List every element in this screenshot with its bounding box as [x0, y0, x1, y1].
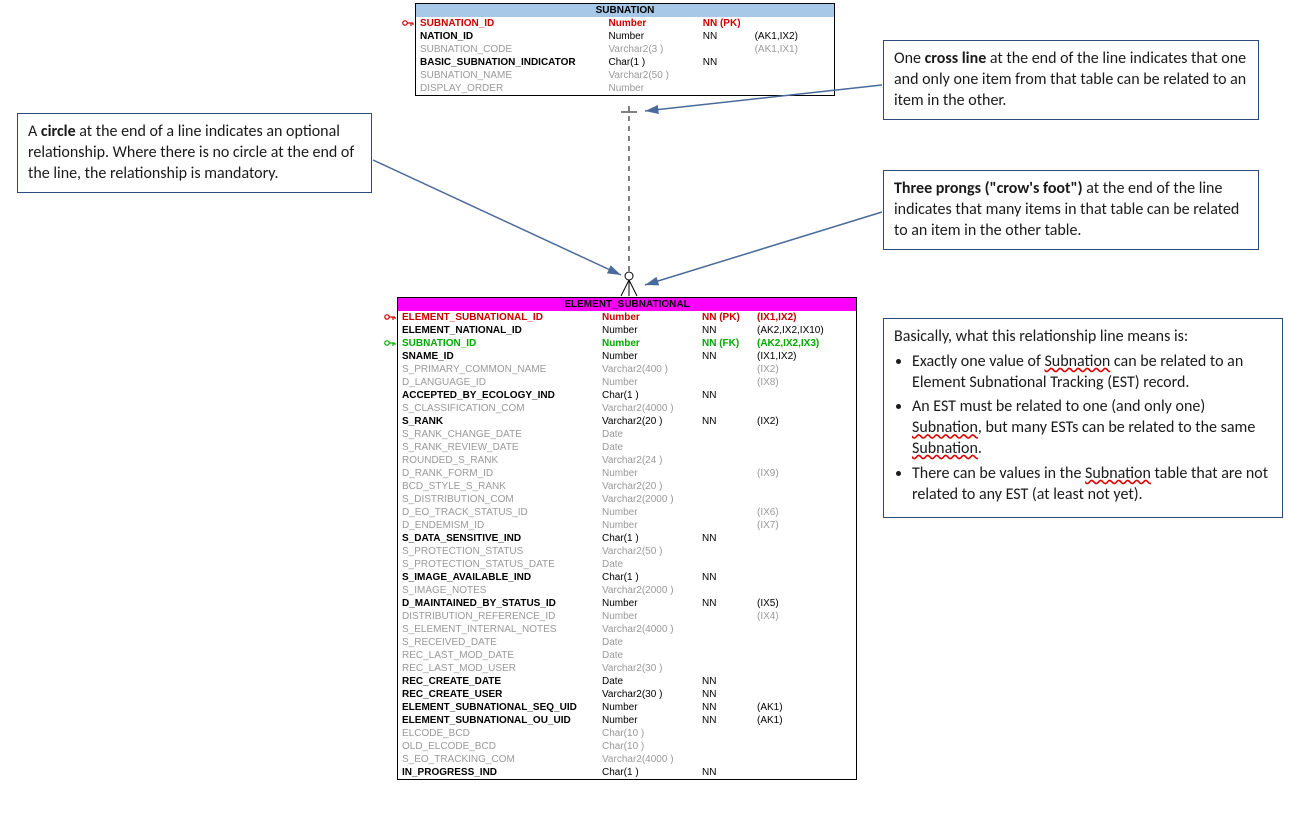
- callout-cross-line: One cross line at the end of the line in…: [883, 40, 1259, 120]
- table-row: S_CLASSIFICATION_COMVarchar2(4000 ): [398, 402, 856, 415]
- key-icon: [402, 18, 414, 28]
- table-row: NATION_IDNumberNN(AK1,IX2): [416, 30, 834, 43]
- table-row: ELEMENT_SUBNATIONAL_SEQ_UIDNumberNN(AK1): [398, 701, 856, 714]
- table-row: OLD_ELCODE_BCDChar(10 ): [398, 740, 856, 753]
- table-row: SUBNATION_CODEVarchar2(3 )(AK1,IX1): [416, 43, 834, 56]
- table-row: ELEMENT_SUBNATIONAL_OU_UIDNumberNN(AK1): [398, 714, 856, 727]
- table-row: S_PROTECTION_STATUS_DATEDate: [398, 558, 856, 571]
- table-row: SUBNATION_IDNumberNN (PK): [416, 17, 834, 30]
- table-row: BASIC_SUBNATION_INDICATORChar(1 )NN: [416, 56, 834, 69]
- callout-summary: Basically, what this relationship line m…: [883, 318, 1283, 518]
- table-row: REC_CREATE_DATEDateNN: [398, 675, 856, 688]
- table-row: ELCODE_BCDChar(10 ): [398, 727, 856, 740]
- table-row: S_ELEMENT_INTERNAL_NOTESVarchar2(4000 ): [398, 623, 856, 636]
- table-row: REC_CREATE_USERVarchar2(30 )NN: [398, 688, 856, 701]
- table-row: DISPLAY_ORDERNumber: [416, 82, 834, 95]
- table-row: D_ENDEMISM_IDNumber(IX7): [398, 519, 856, 532]
- table-row: S_IMAGE_AVAILABLE_INDChar(1 )NN: [398, 571, 856, 584]
- table-row: S_RANKVarchar2(20 )NN(IX2): [398, 415, 856, 428]
- callout-crows-foot: Three prongs ("crow's foot") at the end …: [883, 170, 1259, 250]
- entity-element-subnational-header: ELEMENT_SUBNATIONAL: [398, 298, 856, 311]
- table-row: S_IMAGE_NOTESVarchar2(2000 ): [398, 584, 856, 597]
- table-row: REC_LAST_MOD_DATEDate: [398, 649, 856, 662]
- table-row: SNAME_IDNumberNN(IX1,IX2): [398, 350, 856, 363]
- table-row: S_DATA_SENSITIVE_INDChar(1 )NN: [398, 532, 856, 545]
- table-row: D_RANK_FORM_IDNumber(IX9): [398, 467, 856, 480]
- key-icon: [384, 312, 396, 322]
- entity-element-subnational: ELEMENT_SUBNATIONAL ELEMENT_SUBNATIONAL_…: [397, 297, 857, 780]
- table-row: DISTRIBUTION_REFERENCE_IDNumber(IX4): [398, 610, 856, 623]
- table-row: S_EO_TRACKING_COMVarchar2(4000 ): [398, 753, 856, 766]
- entity-subnation: SUBNATION SUBNATION_IDNumberNN (PK)NATIO…: [415, 3, 835, 96]
- table-row: ACCEPTED_BY_ECOLOGY_INDChar(1 )NN: [398, 389, 856, 402]
- table-row: BCD_STYLE_S_RANKVarchar2(20 ): [398, 480, 856, 493]
- table-row: D_MAINTAINED_BY_STATUS_IDNumberNN(IX5): [398, 597, 856, 610]
- relationship-connector: [615, 98, 643, 298]
- table-row: ELEMENT_SUBNATIONAL_IDNumberNN (PK)(IX1,…: [398, 311, 856, 324]
- table-row: REC_LAST_MOD_USERVarchar2(30 ): [398, 662, 856, 675]
- table-row: S_RANK_CHANGE_DATEDate: [398, 428, 856, 441]
- entity-subnation-header: SUBNATION: [416, 4, 834, 17]
- table-row: ELEMENT_NATIONAL_IDNumberNN(AK2,IX2,IX10…: [398, 324, 856, 337]
- callout-circle: A circle at the end of a line indicates …: [17, 113, 372, 193]
- table-row: IN_PROGRESS_INDChar(1 )NN: [398, 766, 856, 779]
- table-row: D_EO_TRACK_STATUS_IDNumber(IX6): [398, 506, 856, 519]
- table-row: D_LANGUAGE_IDNumber(IX8): [398, 376, 856, 389]
- table-row: S_PRIMARY_COMMON_NAMEVarchar2(400 )(IX2): [398, 363, 856, 376]
- table-row: S_RANK_REVIEW_DATEDate: [398, 441, 856, 454]
- key-icon: [384, 338, 396, 348]
- table-row: S_RECEIVED_DATEDate: [398, 636, 856, 649]
- table-row: S_DISTRIBUTION_COMVarchar2(2000 ): [398, 493, 856, 506]
- table-row: SUBNATION_IDNumberNN (FK)(AK2,IX2,IX3): [398, 337, 856, 350]
- table-row: S_PROTECTION_STATUSVarchar2(50 ): [398, 545, 856, 558]
- table-row: SUBNATION_NAMEVarchar2(50 ): [416, 69, 834, 82]
- table-row: ROUNDED_S_RANKVarchar2(24 ): [398, 454, 856, 467]
